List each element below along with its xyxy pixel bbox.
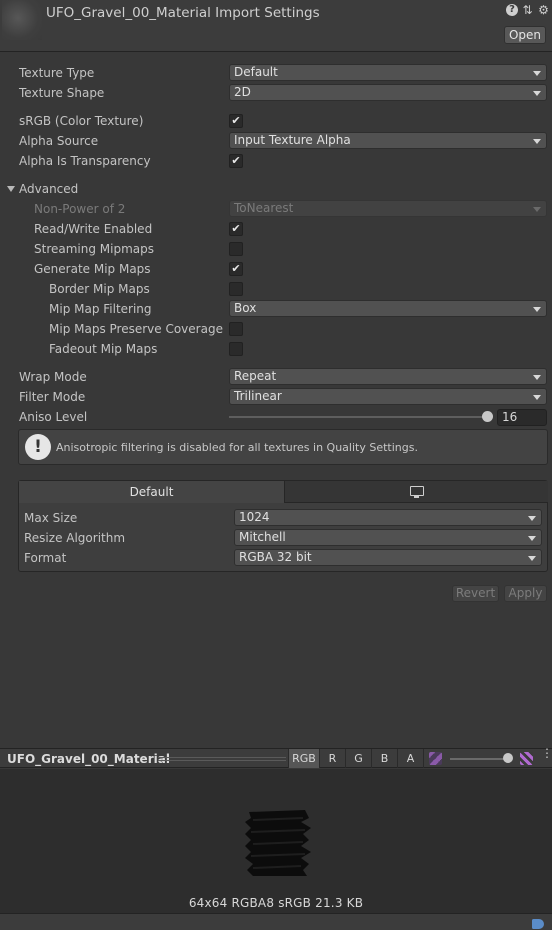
chevron-down-icon — [528, 536, 536, 541]
format-value: RGBA 32 bit — [239, 550, 312, 564]
channel-r-button[interactable]: R — [319, 749, 345, 768]
non-power-of-2-label: Non-Power of 2 — [34, 202, 126, 216]
chevron-down-icon — [533, 395, 541, 400]
channel-rgb-button[interactable]: RGB — [288, 749, 319, 768]
border-mipmaps-checkbox[interactable] — [229, 282, 243, 296]
non-power-of-2-dropdown: ToNearest — [229, 200, 547, 217]
format-dropdown[interactable]: RGBA 32 bit — [234, 549, 542, 566]
read-write-label: Read/Write Enabled — [34, 222, 153, 236]
filter-mode-value: Trilinear — [234, 389, 282, 403]
read-write-checkbox[interactable]: ✔ — [229, 222, 243, 236]
mipmaps-preserve-coverage-label: Mip Maps Preserve Coverage — [49, 322, 223, 336]
texture-shape-label: Texture Shape — [19, 86, 105, 100]
chevron-down-icon — [528, 516, 536, 521]
preview-title: UFO_Gravel_00_Material — [7, 752, 170, 766]
chevron-down-icon — [533, 139, 541, 144]
wrap-mode-label: Wrap Mode — [19, 370, 87, 384]
tab-default[interactable]: Default — [19, 481, 284, 503]
channel-a-button[interactable]: A — [397, 749, 424, 768]
resize-algorithm-dropdown[interactable]: Mitchell — [234, 529, 542, 546]
apply-button[interactable]: Apply — [504, 585, 547, 602]
alpha-transparency-label: Alpha Is Transparency — [19, 154, 151, 168]
channel-b-button[interactable]: B — [371, 749, 397, 768]
chevron-down-icon — [533, 307, 541, 312]
texture-type-label: Texture Type — [19, 66, 95, 80]
more-options-icon[interactable]: ⋮ — [541, 747, 552, 759]
filter-mode-label: Filter Mode — [19, 390, 86, 404]
resize-algorithm-label: Resize Algorithm — [24, 531, 126, 545]
wrap-mode-dropdown[interactable]: Repeat — [229, 368, 547, 385]
generate-mipmaps-label: Generate Mip Maps — [34, 262, 151, 276]
help-text: Anisotropic filtering is disabled for al… — [56, 441, 418, 454]
help-icon[interactable]: ? — [506, 4, 518, 16]
monitor-icon — [410, 486, 424, 498]
chevron-down-icon — [533, 91, 541, 96]
inspector-title: UFO_Gravel_00_Material Import Settings — [46, 5, 320, 21]
texture-info: 64x64 RGBA8 sRGB 21.3 KB — [188, 896, 364, 910]
texture-type-value: Default — [234, 65, 278, 79]
wrap-mode-value: Repeat — [234, 369, 277, 383]
max-size-dropdown[interactable]: 1024 — [234, 509, 542, 526]
open-button[interactable]: Open — [504, 26, 546, 44]
alpha-source-label: Alpha Source — [19, 134, 99, 148]
resize-algorithm-value: Mitchell — [239, 530, 286, 544]
info-icon: ! — [25, 434, 51, 460]
srgb-checkbox[interactable]: ✔ — [229, 114, 243, 128]
chevron-down-icon — [533, 71, 541, 76]
non-power-of-2-value: ToNearest — [234, 201, 294, 215]
asset-thumbnail — [2, 0, 42, 40]
mipmap-filtering-dropdown[interactable]: Box — [229, 300, 547, 317]
max-size-label: Max Size — [24, 511, 78, 525]
preset-icon[interactable]: ⇅ — [521, 4, 534, 17]
chevron-down-icon — [533, 375, 541, 380]
max-size-value: 1024 — [239, 510, 270, 524]
alpha-source-dropdown[interactable]: Input Texture Alpha — [229, 132, 547, 149]
advanced-foldout[interactable]: Advanced — [19, 182, 78, 196]
help-box: ! Anisotropic filtering is disabled for … — [18, 429, 548, 465]
channel-g-button[interactable]: G — [345, 749, 371, 768]
chevron-down-icon — [528, 556, 536, 561]
fadeout-mipmaps-label: Fadeout Mip Maps — [49, 342, 158, 356]
mipmap-filtering-label: Mip Map Filtering — [49, 302, 152, 316]
alpha-transparency-checkbox[interactable]: ✔ — [229, 154, 243, 168]
mip-level-slider-handle[interactable] — [503, 753, 513, 763]
texture-type-dropdown[interactable]: Default — [229, 64, 547, 81]
streaming-mipmaps-label: Streaming Mipmaps — [34, 242, 155, 256]
alpha-source-value: Input Texture Alpha — [234, 133, 351, 147]
alpha-blend-icon[interactable] — [520, 752, 533, 765]
settings-gear-icon[interactable]: ⚙ — [537, 4, 550, 17]
mipmaps-preserve-coverage-checkbox[interactable] — [229, 322, 243, 336]
fadeout-mipmaps-checkbox[interactable] — [229, 342, 243, 356]
aniso-slider-track[interactable] — [229, 416, 489, 418]
format-label: Format — [24, 551, 67, 565]
mip-level-icon — [429, 752, 442, 765]
chevron-down-icon — [533, 207, 541, 212]
aniso-level-label: Aniso Level — [19, 410, 88, 424]
texture-shape-dropdown[interactable]: 2D — [229, 84, 547, 101]
foldout-arrow-icon[interactable] — [7, 186, 15, 192]
resize-handle[interactable] — [158, 757, 286, 761]
revert-button[interactable]: Revert — [452, 585, 499, 602]
aniso-level-field[interactable]: 16 — [497, 409, 547, 426]
label-tag-icon[interactable] — [532, 919, 544, 929]
asset-labels-bar — [0, 913, 552, 930]
streaming-mipmaps-checkbox[interactable] — [229, 242, 243, 256]
texture-shape-value: 2D — [234, 85, 251, 99]
generate-mipmaps-checkbox[interactable]: ✔ — [229, 262, 243, 276]
aniso-slider-handle[interactable] — [482, 411, 493, 422]
tab-standalone[interactable] — [284, 481, 548, 503]
filter-mode-dropdown[interactable]: Trilinear — [229, 388, 547, 405]
border-mipmaps-label: Border Mip Maps — [49, 282, 150, 296]
mipmap-filtering-value: Box — [234, 301, 257, 315]
inspector-header: UFO_Gravel_00_Material Import Settings ?… — [0, 0, 552, 52]
texture-preview-image — [245, 810, 311, 876]
mip-level-slider-track[interactable] — [450, 758, 508, 760]
srgb-label: sRGB (Color Texture) — [19, 114, 144, 128]
preview-toolbar: UFO_Gravel_00_Material RGB R G B A ⋮ — [0, 747, 552, 768]
